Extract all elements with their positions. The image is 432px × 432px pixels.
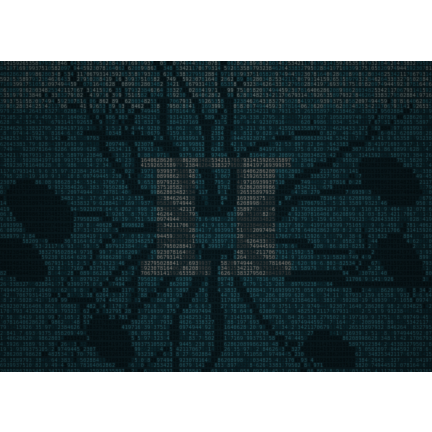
pi-symbol-image bbox=[0, 61, 432, 372]
pi-digit-artwork bbox=[0, 61, 432, 372]
image-canvas bbox=[0, 0, 432, 432]
